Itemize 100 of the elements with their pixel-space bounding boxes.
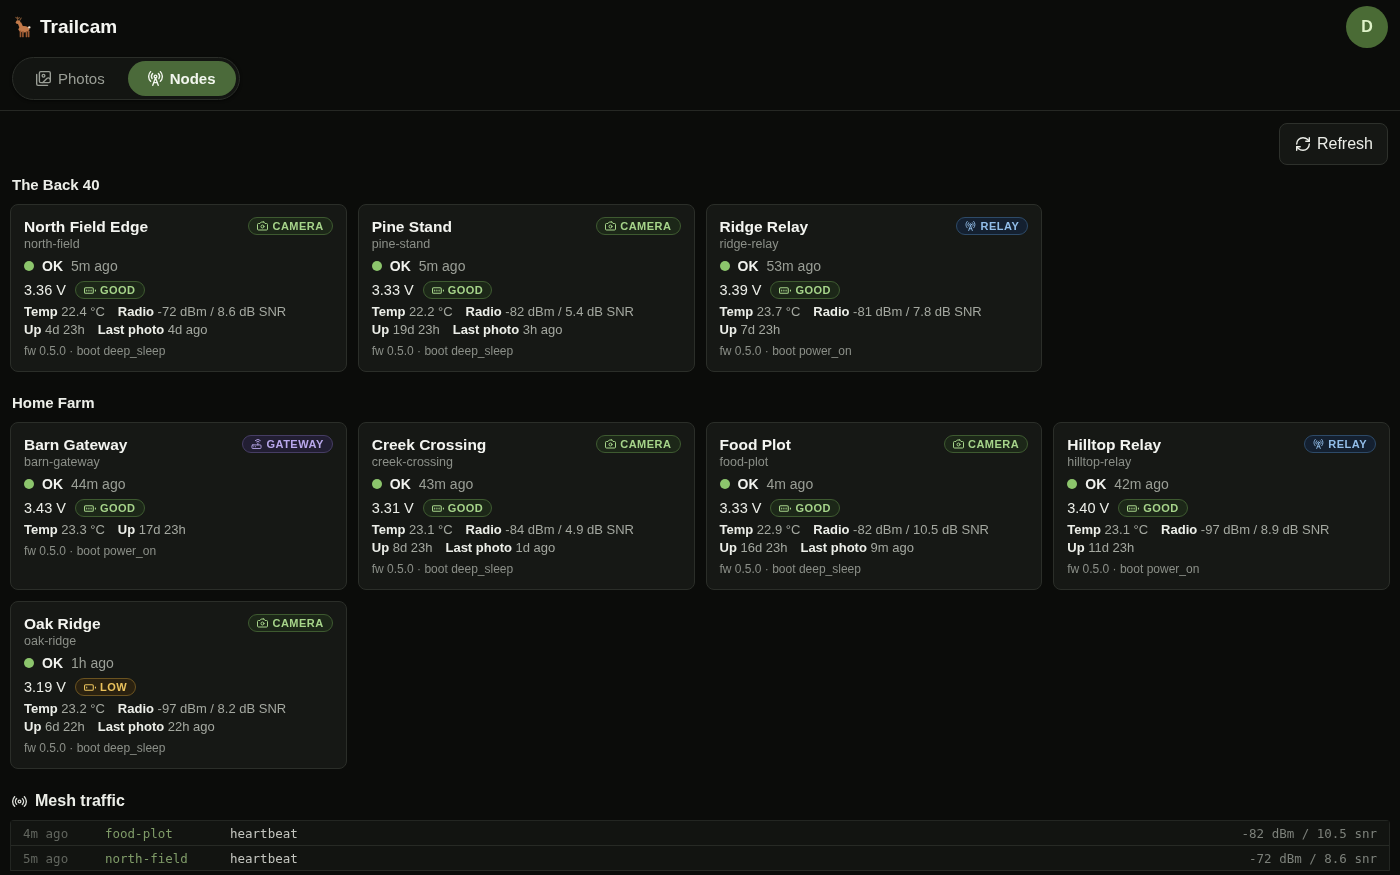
battery-label: GOOD xyxy=(1143,502,1179,514)
voltage-reading: 3.19 V xyxy=(24,679,66,695)
voltage-reading: 3.36 V xyxy=(24,282,66,298)
voltage-reading: 3.39 V xyxy=(719,282,762,298)
stat-reading: Up 4d 23h xyxy=(24,321,85,339)
tab[interactable]: Photos xyxy=(16,61,125,96)
firmware-info: fw 0.5.0 · boot deep_sleep xyxy=(371,343,515,359)
group-title: Home Farm xyxy=(12,393,96,413)
node-slug: hilltop-relay xyxy=(1067,455,1133,469)
stat-reading: Up 16d 23h xyxy=(719,539,788,557)
radio-tower-icon xyxy=(965,221,977,231)
stat-reading: Radio -82 dBm / 5.4 dB SNR xyxy=(465,303,634,321)
node-name: Food Plot xyxy=(719,435,791,455)
stat-reading: Up 7d 23h xyxy=(719,321,781,339)
node-name: Hilltop Relay xyxy=(1067,435,1162,455)
node-type-label: RELAY xyxy=(1328,438,1367,450)
camera-icon xyxy=(257,221,269,231)
battery-full-icon xyxy=(83,504,96,512)
node-name: Barn Gateway xyxy=(24,435,128,455)
last-seen: 1h ago xyxy=(71,655,114,671)
battery-full-icon xyxy=(431,286,444,294)
status-label: OK xyxy=(737,258,759,274)
node-name: Pine Stand xyxy=(371,217,452,237)
battery-full-icon xyxy=(83,286,96,294)
traffic-signal: -82 dBm / 10.5 snr xyxy=(1241,825,1377,841)
battery-label: GOOD xyxy=(795,502,832,514)
traffic-message: heartbeat xyxy=(230,825,299,841)
images-icon xyxy=(36,71,51,86)
camera-icon xyxy=(257,618,269,628)
stat-reading: Last photo 3h ago xyxy=(452,321,563,339)
node-slug: barn-gateway xyxy=(24,455,101,469)
traffic-source: north-field xyxy=(105,850,189,866)
node-type-label: CAMERA xyxy=(272,220,324,232)
last-seen: 43m ago xyxy=(418,476,474,492)
firmware-info: fw 0.5.0 · boot deep_sleep xyxy=(371,561,515,577)
node-name: Creek Crossing xyxy=(371,435,487,455)
traffic-message: heartbeat xyxy=(230,850,299,866)
stat-reading: Temp 23.2 °C xyxy=(24,700,105,718)
battery-label: GOOD xyxy=(99,502,136,514)
refresh-icon xyxy=(1295,137,1310,151)
tab[interactable]: Nodes xyxy=(127,61,236,96)
stat-reading: Up 8d 23h xyxy=(371,539,433,557)
node-slug: creek-crossing xyxy=(371,455,455,469)
traffic-source: food-plot xyxy=(105,825,174,841)
battery-full-icon xyxy=(779,504,792,512)
last-seen: 5m ago xyxy=(71,258,118,274)
voltage-reading: 3.31 V xyxy=(371,500,414,516)
traffic-time: 4m ago xyxy=(23,825,70,841)
firmware-info: fw 0.5.0 · boot deep_sleep xyxy=(24,343,167,359)
radio-tower-icon xyxy=(1313,439,1325,449)
status-label: OK xyxy=(42,258,63,274)
radio-tower-icon xyxy=(147,71,163,86)
app-title: Trailcam xyxy=(40,16,118,38)
voltage-reading: 3.43 V xyxy=(24,500,66,516)
stat-reading: Last photo 22h ago xyxy=(97,718,215,736)
stat-reading: Up 11d 23h xyxy=(1067,539,1135,557)
firmware-info: fw 0.5.0 · boot power_on xyxy=(24,543,158,559)
status-label: OK xyxy=(389,476,411,492)
avatar[interactable]: D xyxy=(1346,6,1388,48)
broadcast-icon xyxy=(12,795,27,807)
stat-reading: Temp 23.3 °C xyxy=(24,521,105,539)
stat-reading: Temp 23.1 °C xyxy=(1067,521,1149,539)
node-type-label: CAMERA xyxy=(272,617,324,629)
camera-icon xyxy=(605,439,617,449)
refresh-button[interactable]: Refresh xyxy=(1278,123,1388,165)
stat-reading: Temp 23.7 °C xyxy=(719,303,801,321)
stat-reading: Last photo 9m ago xyxy=(800,539,914,557)
node-slug: pine-stand xyxy=(371,237,432,251)
voltage-reading: 3.33 V xyxy=(371,282,414,298)
battery-full-icon xyxy=(779,286,792,294)
last-seen: 42m ago xyxy=(1114,476,1169,492)
traffic-time: 5m ago xyxy=(23,850,70,866)
camera-icon xyxy=(952,439,964,449)
router-icon xyxy=(251,439,263,449)
stat-reading: Temp 22.4 °C xyxy=(24,303,105,321)
firmware-info: fw 0.5.0 · boot power_on xyxy=(1067,561,1201,577)
node-name: Oak Ridge xyxy=(24,614,101,634)
stat-reading: Temp 22.9 °C xyxy=(719,521,801,539)
battery-label: GOOD xyxy=(795,284,832,296)
last-seen: 5m ago xyxy=(418,258,466,274)
stat-reading: Up 19d 23h xyxy=(371,321,440,339)
node-slug: oak-ridge xyxy=(24,634,78,648)
stat-reading: Temp 22.2 °C xyxy=(371,303,453,321)
battery-label: GOOD xyxy=(99,284,136,296)
stat-reading: Last photo 1d ago xyxy=(445,539,556,557)
voltage-reading: 3.40 V xyxy=(1067,500,1110,516)
node-slug: ridge-relay xyxy=(719,237,780,251)
stat-reading: Radio -72 dBm / 8.6 dB SNR xyxy=(117,303,287,321)
node-name: Ridge Relay xyxy=(719,217,809,237)
node-type-label: RELAY xyxy=(980,220,1020,232)
last-seen: 4m ago xyxy=(766,476,814,492)
node-slug: north-field xyxy=(24,237,81,251)
stat-reading: Radio -81 dBm / 7.8 dB SNR xyxy=(813,303,982,321)
status-label: OK xyxy=(42,476,63,492)
firmware-info: fw 0.5.0 · boot deep_sleep xyxy=(719,561,862,577)
status-label: OK xyxy=(42,655,63,671)
stat-reading: Up 6d 22h xyxy=(24,718,85,736)
stat-reading: Up 17d 23h xyxy=(117,521,186,539)
status-label: OK xyxy=(389,258,411,274)
node-type-label: CAMERA xyxy=(967,438,1020,450)
